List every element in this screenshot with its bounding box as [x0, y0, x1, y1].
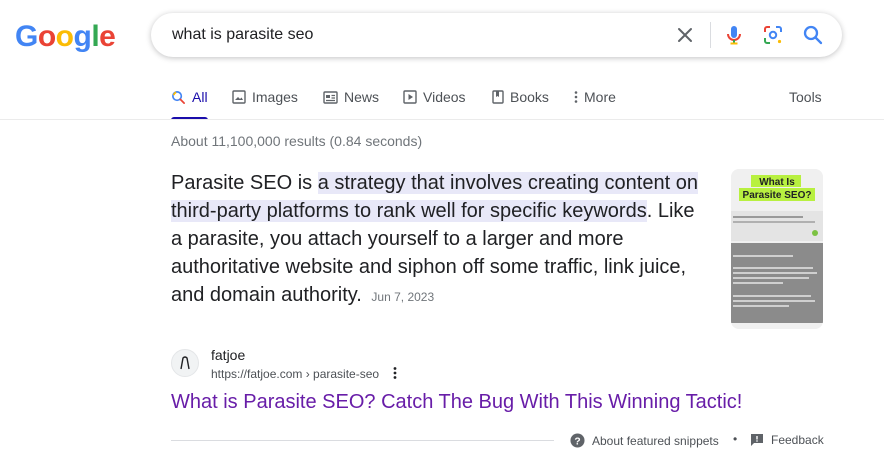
- about-label: About featured snippets: [592, 433, 719, 448]
- news-icon: [323, 90, 338, 104]
- search-input[interactable]: what is parasite seo: [172, 26, 313, 44]
- image-icon: [232, 90, 246, 104]
- feedback-button[interactable]: Feedback: [750, 433, 824, 447]
- more-vert-icon: [574, 91, 578, 103]
- search-icon: [172, 90, 185, 104]
- tab-books[interactable]: Books: [492, 89, 549, 105]
- tab-more[interactable]: More: [574, 89, 616, 105]
- tab-all[interactable]: All: [171, 89, 208, 105]
- tab-label: More: [584, 89, 616, 105]
- svg-text:?: ?: [574, 436, 580, 447]
- book-icon: [492, 90, 504, 104]
- tab-label: Images: [252, 89, 298, 105]
- clear-icon[interactable]: [673, 23, 697, 47]
- logo-letter: o: [55, 20, 74, 53]
- logo-letter: l: [91, 20, 100, 53]
- more-options-icon[interactable]: [393, 366, 397, 385]
- site-url[interactable]: https://fatjoe.com › parasite-seo: [211, 367, 379, 381]
- logo-letter: o: [37, 20, 56, 53]
- play-icon: [403, 90, 417, 104]
- search-box[interactable]: what is parasite seo: [151, 13, 842, 57]
- search-divider: [710, 22, 711, 48]
- tabs-divider: [0, 119, 884, 120]
- tools-button[interactable]: Tools: [789, 89, 822, 105]
- tab-news[interactable]: News: [323, 89, 379, 105]
- featured-snippet-text: Parasite SEO is a strategy that involves…: [171, 169, 706, 311]
- site-favicon[interactable]: [171, 349, 199, 377]
- featured-snippet-image[interactable]: What Is Parasite SEO?: [731, 169, 823, 329]
- microphone-icon[interactable]: [722, 23, 746, 47]
- result-title-link[interactable]: What is Parasite SEO? Catch The Bug With…: [171, 391, 742, 414]
- search-icon[interactable]: [801, 23, 825, 47]
- about-featured-snippets[interactable]: ? About featured snippets: [570, 433, 719, 448]
- help-icon: ?: [570, 433, 585, 448]
- lens-icon[interactable]: [761, 23, 785, 47]
- tools-label: Tools: [789, 89, 822, 105]
- logo-letter: e: [99, 20, 116, 53]
- tab-label: Books: [510, 89, 549, 105]
- thumb-title-line2: Parasite SEO?: [743, 190, 812, 201]
- site-name[interactable]: fatjoe: [211, 347, 245, 363]
- tab-label: News: [344, 89, 380, 105]
- thumb-title-line1: What Is: [759, 177, 795, 188]
- feedback-label: Feedback: [771, 433, 824, 447]
- snippet-prefix: Parasite SEO is: [171, 172, 318, 194]
- google-logo[interactable]: Google: [15, 20, 116, 54]
- feedback-icon: [751, 434, 763, 446]
- logo-letter: G: [15, 20, 38, 53]
- footer-separator: •: [733, 432, 738, 446]
- search-tabs: All Images News Videos Books More Tools: [0, 80, 884, 120]
- tab-images[interactable]: Images: [232, 89, 298, 105]
- snippet-date: Jun 7, 2023: [371, 290, 435, 304]
- tab-videos[interactable]: Videos: [403, 89, 466, 105]
- tab-label: Videos: [423, 89, 466, 105]
- logo-letter: g: [73, 20, 92, 53]
- result-stats: About 11,100,000 results (0.84 seconds): [171, 133, 423, 149]
- snippet-divider: [171, 440, 554, 441]
- tab-label: All: [192, 89, 208, 105]
